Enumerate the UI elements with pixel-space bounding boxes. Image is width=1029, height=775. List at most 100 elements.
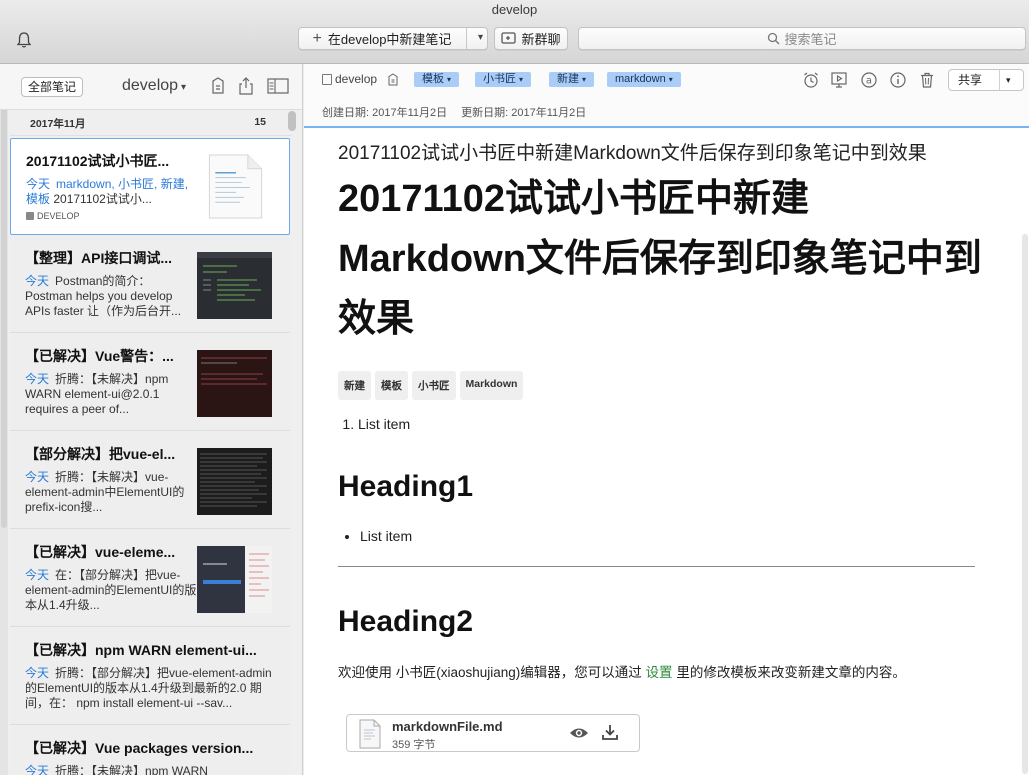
notebook-breadcrumb[interactable]: develop <box>322 72 399 86</box>
note-title-input[interactable]: 20171102试试小书匠中新建Markdown文件后保存到印象笔记中到效果 <box>338 138 988 165</box>
presentation-icon[interactable] <box>830 71 848 89</box>
list-item[interactable]: 【已解决】npm WARN element-ui... 今天 折腾：【部分解决】把… <box>10 628 290 725</box>
list-item: List item <box>360 528 988 544</box>
paragraph: 欢迎使用 小书匠(xiaoshujiang)编辑器，您可以通过 设置 里的修改模… <box>338 661 988 681</box>
note-title: 【部分解决】把vue-el... <box>25 446 176 462</box>
note-snippet: 今天 Postman的简介：Postman helps you develop A… <box>25 274 197 322</box>
notebook-badge: DEVELOP <box>26 211 80 221</box>
chevron-down-icon: ▾ <box>519 75 524 84</box>
tag-chip[interactable]: markdown ▾ <box>607 72 681 87</box>
note-title: 20171102试试小书匠... <box>26 153 170 169</box>
note-snippet-text: 20171102试试小... <box>53 192 152 206</box>
note-snippet: 今天 折腾：【未解决】npm WARN element-ui@2.0.1 requ… <box>25 372 197 420</box>
list-item[interactable]: 【整理】API接口调试... 今天 Postman的简介：Postman help… <box>10 236 290 333</box>
heading-1: Heading1 <box>338 470 474 503</box>
list-item[interactable]: 【已解决】vue-eleme... 今天 在：【部分解决】把vue-element… <box>10 530 290 627</box>
at-sign-icon[interactable]: a <box>860 71 878 89</box>
ordered-list: List item <box>358 416 988 432</box>
eye-icon[interactable] <box>569 724 589 742</box>
notebook-selector[interactable]: develop ▾ <box>122 77 186 95</box>
share-icon[interactable] <box>236 76 256 96</box>
download-icon[interactable] <box>601 723 619 741</box>
list-item: List item <box>358 416 988 432</box>
info-icon[interactable] <box>889 71 907 89</box>
window-title: develop <box>491 2 538 17</box>
list-item[interactable]: 【已解决】Vue packages version... 今天 折腾：【未解决】n… <box>10 726 290 775</box>
window-titlebar: develop + 在develop中新建笔记 ▾ 新群聊 搜索笔记 <box>0 0 1029 64</box>
scroll-thumb[interactable] <box>1 100 7 528</box>
all-notes-button[interactable]: 全部笔记 <box>21 77 84 97</box>
note-thumbnail <box>197 546 272 613</box>
reminder-list-icon[interactable] <box>208 76 228 96</box>
note-snippet-text: 折腾：【未解决】npm WARN <box>55 764 208 775</box>
attachment-card[interactable]: markdownFile.md 359 字节 <box>346 714 640 752</box>
bullet-list: List item <box>360 528 988 544</box>
note-meta-bar: develop 模板 ▾ 小书匠 ▾ 新建 ▾ markdown ▾ 创建日期: 201… <box>304 64 1029 128</box>
divider <box>999 70 1000 90</box>
share-label: 共享 <box>958 73 983 87</box>
note-date: 今天 <box>25 666 50 680</box>
note-count: 15 <box>254 116 266 128</box>
tag-chip[interactable]: 新建 ▾ <box>549 72 595 87</box>
view-layout-icon[interactable] <box>266 76 290 96</box>
list-item[interactable]: 【部分解决】把vue-el... 今天 折腾：【未解决】vue-element-a… <box>10 432 290 529</box>
list-item[interactable]: 【已解决】Vue警告：... 今天 折腾：【未解决】npm WARN elemen… <box>10 334 290 431</box>
attachment-name: markdownFile.md <box>392 719 503 734</box>
file-icon <box>359 719 381 749</box>
note-body[interactable]: 20171102试试小书匠中新建Markdown文件后保存到印象笔记中到效果 2… <box>338 138 988 681</box>
note-date: 今天 <box>25 764 50 775</box>
note-list-panel: 全部笔记 develop ▾ 2017年11月 15 20171102试试小书匠.… <box>0 64 303 775</box>
note-thumbnail <box>197 252 272 319</box>
share-button[interactable]: 共享 ▾ <box>948 69 1024 91</box>
new-note-button[interactable]: + 在develop中新建笔记 ▾ <box>298 27 488 50</box>
month-label: 2017年11月 <box>30 118 86 130</box>
chevron-down-icon: ▾ <box>181 82 187 93</box>
list-item[interactable]: 20171102试试小书匠... 今天 markdown, 小书匠, 新建, 模板… <box>10 138 290 235</box>
chevron-down-icon[interactable]: ▾ <box>1006 70 1011 90</box>
paragraph-text: 欢迎使用 小书匠(xiaoshujiang)编辑器，您可以通过 <box>338 665 642 680</box>
new-chat-button[interactable]: 新群聊 <box>494 27 568 50</box>
search-icon <box>768 32 780 45</box>
notebook-name: develop <box>335 72 378 86</box>
notebook-title: develop <box>122 77 179 94</box>
body-tag: 模板 <box>375 371 408 400</box>
editor-scrollbar[interactable] <box>1022 234 1028 774</box>
tag-chip[interactable]: 模板 ▾ <box>414 72 460 87</box>
bell-icon[interactable] <box>14 30 34 50</box>
search-input[interactable]: 搜索笔记 <box>578 27 1026 50</box>
divider <box>466 28 467 49</box>
divider <box>338 566 975 567</box>
chevron-down-icon[interactable]: ▾ <box>478 32 483 43</box>
note-thumbnail <box>197 448 272 515</box>
new-note-label: 在develop中新建笔记 <box>327 32 452 47</box>
list-scrollbar[interactable] <box>288 111 296 131</box>
left-scrollbar[interactable] <box>0 100 8 775</box>
reminder-icon[interactable] <box>387 72 399 86</box>
tag-chip[interactable]: 小书匠 ▾ <box>475 72 532 87</box>
note-editor: develop 模板 ▾ 小书匠 ▾ 新建 ▾ markdown ▾ 创建日期: 201… <box>304 64 1029 775</box>
body-tag: Markdown <box>459 371 524 400</box>
tag-label: markdown <box>615 73 666 85</box>
new-chat-label: 新群聊 <box>521 32 561 47</box>
trash-icon[interactable] <box>918 71 936 89</box>
body-tag: 新建 <box>338 371 371 400</box>
note-title: 【已解决】npm WARN element-ui... <box>25 642 257 658</box>
note-snippet: 今天 markdown, 小书匠, 新建, 模板 20171102试试小... <box>26 177 198 209</box>
notebook-icon <box>26 212 34 220</box>
note-snippet: 今天 折腾：【部分解决】把vue-element-admin的ElementUI的… <box>25 666 283 714</box>
note-snippet: 今天 在：【部分解决】把vue-element-admin的ElementUI的版… <box>25 568 197 616</box>
chat-icon <box>501 31 517 44</box>
note-title: 【已解决】vue-eleme... <box>25 544 176 560</box>
chevron-down-icon: ▾ <box>582 75 587 84</box>
chevron-down-icon: ▾ <box>668 75 673 84</box>
note-snippet-text: 折腾：【部分解决】把vue-element-admin的ElementUI的版本… <box>25 666 272 710</box>
notebook-icon <box>322 73 332 85</box>
alarm-clock-icon[interactable] <box>802 71 820 89</box>
settings-link[interactable]: 设置 <box>646 665 673 680</box>
updated-date: 更新日期: 2017年11月2日 <box>461 107 587 119</box>
body-tag: 小书匠 <box>412 371 456 400</box>
tag-label: 模板 <box>422 73 444 85</box>
note-title: 【已解决】Vue packages version... <box>25 740 254 756</box>
note-dates: 创建日期: 2017年11月2日 更新日期: 2017年11月2日 <box>322 104 586 120</box>
chevron-down-icon: ▾ <box>447 75 452 84</box>
